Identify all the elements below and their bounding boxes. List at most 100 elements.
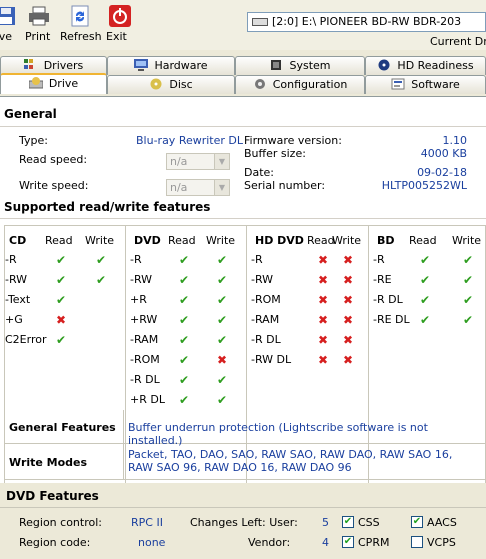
tab-drive[interactable]: Drive	[0, 73, 107, 94]
feature-row: +R ✔ ✔	[126, 293, 246, 313]
write-speed-select[interactable]: n/a ▼	[166, 179, 230, 196]
feature-row: -RE ✔ ✔	[369, 273, 486, 293]
group-header: BD	[377, 234, 395, 247]
feature-label: -ROM	[251, 293, 281, 306]
drive-panel: General Type: Blu-ray Rewriter DL Read s…	[0, 96, 486, 559]
read-speed-select[interactable]: n/a ▼	[166, 153, 230, 170]
check-icon: ✔	[216, 373, 228, 387]
feature-row: -R ✖ ✖	[247, 253, 368, 273]
feature-label: +R DL	[130, 393, 165, 406]
refresh-button[interactable]: Refresh	[60, 4, 102, 43]
feature-label: -R DL	[373, 293, 403, 306]
read-header: Read	[168, 234, 196, 247]
region-code-value: none	[138, 536, 166, 549]
aacs-checkbox[interactable]: ✔	[411, 516, 423, 528]
check-icon: ✔	[462, 313, 474, 327]
print-button[interactable]: Print	[25, 4, 53, 43]
group-header: HD DVD	[255, 234, 304, 247]
cross-icon: ✖	[317, 273, 329, 287]
buffer-value: 4000 KB	[420, 147, 467, 160]
cross-icon: ✖	[55, 313, 67, 327]
tab-software[interactable]: Software	[365, 75, 486, 94]
feature-label: +R	[130, 293, 147, 306]
exit-button[interactable]: Exit	[106, 4, 134, 43]
css-checkbox[interactable]: ✔	[342, 516, 354, 528]
disc-icon	[150, 78, 162, 90]
changes-user-label: Changes Left: User:	[190, 516, 298, 529]
write-header: Write	[452, 234, 482, 247]
read-header: Read	[45, 234, 73, 247]
cross-icon: ✖	[342, 253, 354, 267]
vendor-value: 4	[322, 536, 329, 549]
group-header: DVD	[134, 234, 161, 247]
empty-mark	[95, 294, 107, 306]
chevron-down-icon: ▼	[214, 154, 229, 169]
tab-system[interactable]: System	[235, 56, 365, 75]
check-icon: ✔	[216, 293, 228, 307]
feature-row: -RW DL ✖ ✖	[247, 353, 368, 373]
feature-label: -RE	[373, 273, 392, 286]
software-icon	[391, 78, 405, 90]
region-control-label: Region control:	[19, 516, 102, 529]
feature-row: -R DL ✔ ✔	[126, 373, 246, 393]
write-modes-row: Write Modes Packet, TAO, DAO, SAO, RAW S…	[4, 444, 486, 480]
feature-row: -R ✔ ✔	[126, 253, 246, 273]
feature-label: -RAM	[130, 333, 159, 346]
tab-hd-readiness[interactable]: HD Readiness	[365, 56, 486, 75]
check-icon: ✔	[216, 393, 228, 407]
cross-icon: ✖	[342, 293, 354, 307]
serial-value: HLTP005252WL	[381, 179, 467, 192]
tab-hardware[interactable]: Hardware	[107, 56, 235, 75]
check-icon: ✔	[462, 293, 474, 307]
feature-label: -R	[130, 253, 142, 266]
divider	[0, 507, 486, 508]
feature-label: -R DL	[130, 373, 160, 386]
save-button[interactable]: ave	[0, 4, 20, 43]
feature-label: C2Error	[5, 333, 47, 346]
cross-icon: ✖	[216, 353, 228, 367]
general-features-label: General Features	[9, 421, 116, 434]
feature-row: +G ✖	[5, 313, 125, 333]
feature-label: -RAM	[251, 313, 280, 326]
write-modes-label: Write Modes	[9, 456, 88, 469]
check-icon: ✔	[419, 253, 431, 267]
region-control-value: RPC II	[131, 516, 163, 529]
aacs-label: AACS	[427, 516, 457, 529]
check-icon: ✔	[95, 273, 107, 287]
vcps-checkbox[interactable]	[411, 536, 423, 548]
tab-configuration[interactable]: Configuration	[235, 75, 365, 94]
printer-icon	[29, 6, 49, 26]
type-label: Type:	[19, 134, 48, 147]
check-icon: ✔	[216, 273, 228, 287]
css-label: CSS	[358, 516, 380, 529]
feature-label: -R DL	[251, 333, 281, 346]
current-drive-label: Current Driv	[430, 35, 486, 48]
cross-icon: ✖	[342, 313, 354, 327]
check-icon: ✔	[178, 313, 190, 327]
group-header: CD	[9, 234, 27, 247]
check-icon: ✔	[178, 293, 190, 307]
feature-row: -R ✔ ✔	[369, 253, 486, 273]
check-icon: ✔	[216, 313, 228, 327]
check-icon: ✔	[178, 373, 190, 387]
drive-tab-icon	[28, 77, 43, 89]
chevron-down-icon: ▼	[214, 180, 229, 195]
cross-icon: ✖	[317, 313, 329, 327]
cross-icon: ✖	[317, 253, 329, 267]
system-icon	[271, 60, 282, 70]
empty-mark	[95, 314, 107, 326]
check-icon: ✔	[55, 273, 67, 287]
write-header: Write	[85, 234, 115, 247]
serial-label: Serial number:	[244, 179, 326, 192]
drive-select[interactable]: [2:0] E:\ PIONEER BD-RW BDR-203	[247, 12, 486, 32]
cross-icon: ✖	[342, 273, 354, 287]
feature-row: -R DL ✔ ✔	[369, 293, 486, 313]
feature-row: -R ✔ ✔	[5, 253, 125, 273]
cprm-checkbox[interactable]: ✔	[342, 536, 354, 548]
feature-row: -ROM ✔ ✖	[126, 353, 246, 373]
check-icon: ✔	[419, 273, 431, 287]
check-icon: ✔	[55, 333, 67, 347]
tab-disc[interactable]: Disc	[107, 75, 235, 94]
type-value: Blu-ray Rewriter DL	[136, 134, 244, 147]
divider	[123, 444, 124, 479]
